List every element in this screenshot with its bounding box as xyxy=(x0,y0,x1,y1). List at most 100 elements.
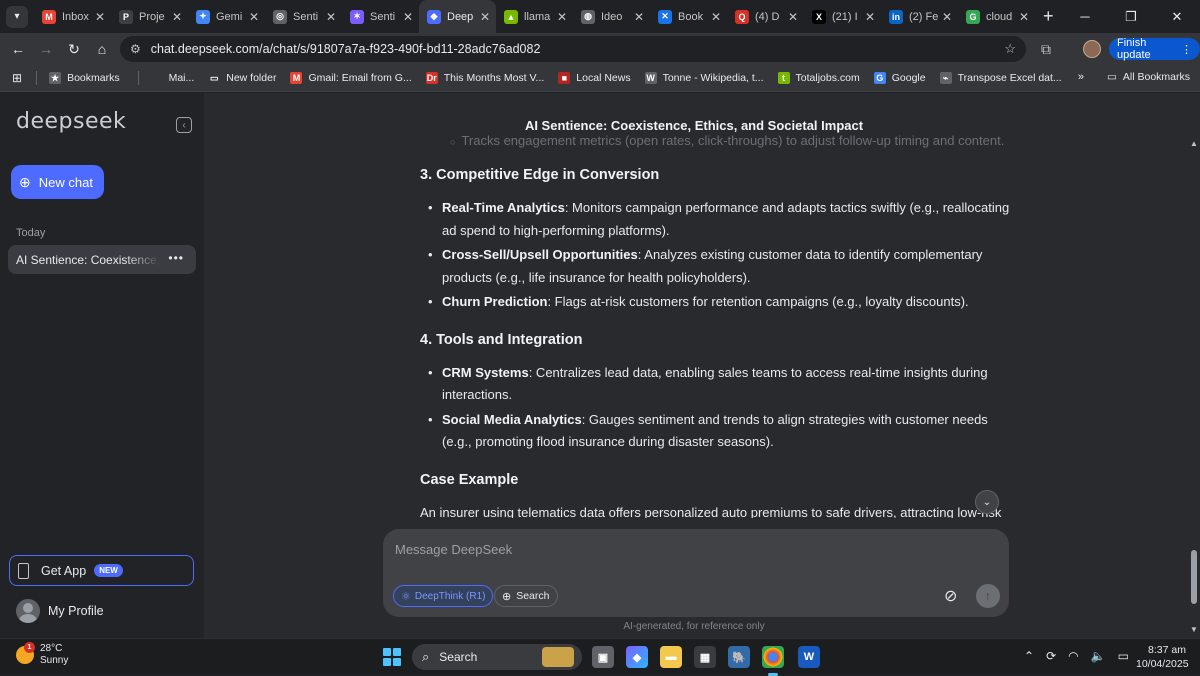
close-tab-icon[interactable]: ✕ xyxy=(95,10,105,24)
bookmark-item[interactable]: W Tonne - Wikipedia, t... xyxy=(644,72,764,84)
close-tab-icon[interactable]: ✕ xyxy=(557,10,567,24)
browser-tab[interactable]: ✦ Gemi ✕ xyxy=(188,0,265,33)
bookmark-item[interactable]: t Totaljobs.com xyxy=(777,72,860,84)
browser-tab[interactable]: ◆ Deep ✕ xyxy=(419,0,496,33)
close-tab-icon[interactable]: ✕ xyxy=(634,10,644,24)
tab-search-chevron-icon[interactable]: ▾ xyxy=(6,5,28,28)
scroll-to-bottom-chevron-icon[interactable]: ⌄ xyxy=(975,490,999,514)
scroll-down-arrow-icon[interactable]: ▼ xyxy=(1190,625,1198,634)
apps-grid-icon[interactable]: ⊞ xyxy=(12,71,22,85)
collapse-sidebar-icon[interactable]: ‹ xyxy=(176,117,192,133)
close-tab-icon[interactable]: ✕ xyxy=(326,10,336,24)
browser-tab[interactable]: M Inbox ✕ xyxy=(34,0,111,33)
bookmark-item[interactable]: ★ Bookmarks xyxy=(49,72,120,84)
browser-tab[interactable]: ✶ Senti ✕ xyxy=(342,0,419,33)
chrome-icon[interactable] xyxy=(762,646,784,676)
profile-avatar[interactable] xyxy=(1083,40,1101,58)
gmail-icon: M xyxy=(42,9,56,24)
message-input[interactable]: Message DeepSeek xyxy=(395,542,512,557)
close-tab-icon[interactable]: ✕ xyxy=(865,10,875,24)
get-app-button[interactable]: Get App NEW xyxy=(9,555,194,586)
close-tab-icon[interactable]: ✕ xyxy=(403,10,413,24)
postgres-icon[interactable]: 🐘 xyxy=(728,646,750,668)
finish-update-button[interactable]: Finish update ⋮ xyxy=(1109,37,1200,61)
close-tab-icon[interactable]: ✕ xyxy=(788,10,798,24)
taskbar-search[interactable]: ⌕ Search xyxy=(412,644,582,670)
list-item: Cross-Sell/Upsell Opportunities: Analyze… xyxy=(420,244,1010,289)
weather-widget[interactable]: 1 28°C Sunny xyxy=(16,642,68,667)
list-item: Social Media Analytics: Gauges sentiment… xyxy=(420,409,1010,454)
new-tab-plus-icon[interactable]: + xyxy=(1043,6,1054,27)
date: 10/04/2025 xyxy=(1136,658,1189,670)
my-profile-button[interactable]: My Profile xyxy=(16,599,104,623)
minimize-icon[interactable]: ─ xyxy=(1062,0,1108,33)
bookmark-item[interactable]: G Google xyxy=(873,72,926,84)
file-explorer-icon[interactable]: ▬ xyxy=(660,646,682,668)
reload-icon[interactable]: ↻ xyxy=(60,41,88,58)
close-tab-icon[interactable]: ✕ xyxy=(1019,10,1029,24)
browser-tab[interactable]: ▲ llama ✕ xyxy=(496,0,573,33)
restore-icon[interactable]: ❐ xyxy=(1108,0,1154,33)
more-bookmarks-chevron-icon[interactable]: » xyxy=(1078,71,1084,83)
search-highlight-image xyxy=(542,647,574,667)
assistant-message: 3. Competitive Edge in Conversion Real-Ti… xyxy=(420,167,1010,524)
search-icon: ⌕ xyxy=(422,649,430,664)
close-window-icon[interactable]: ✕ xyxy=(1154,0,1200,33)
windows-start-icon[interactable] xyxy=(383,648,401,666)
close-tab-icon[interactable]: ✕ xyxy=(480,10,490,24)
copilot-icon[interactable]: ◆ xyxy=(626,646,648,668)
bookmark-item[interactable]: ▭ New folder xyxy=(208,72,276,84)
attach-paperclip-icon[interactable]: ⊘ xyxy=(944,586,957,606)
new-chat-button[interactable]: ⊕ New chat xyxy=(11,165,104,199)
browser-tab[interactable]: ✕ Book ✕ xyxy=(650,0,727,33)
word-icon[interactable]: W xyxy=(798,646,820,668)
address-bar[interactable]: ⚙ chat.deepseek.com/a/chat/s/91807a7a-f9… xyxy=(120,36,1026,62)
all-bookmarks-folder[interactable]: ▭ All Bookmarks xyxy=(1107,71,1190,83)
scrollbar-thumb[interactable] xyxy=(1191,550,1197,604)
bookmark-item[interactable]: ■ Local News xyxy=(558,72,631,84)
message-composer[interactable]: Message DeepSeek ⚛ DeepThink (R1) ⊕ Sear… xyxy=(383,529,1009,617)
forward-arrow-icon[interactable]: → xyxy=(32,41,60,57)
back-arrow-icon[interactable]: ← xyxy=(4,41,32,57)
microsoft-store-icon[interactable]: ▦ xyxy=(694,646,716,668)
chat-history-item[interactable]: AI Sentience: Coexistence, Ethics ••• xyxy=(8,245,196,274)
close-tab-icon[interactable]: ✕ xyxy=(249,10,259,24)
sync-icon[interactable]: ⟳ xyxy=(1046,649,1056,663)
browser-tab[interactable]: ◍ Ideo ✕ xyxy=(573,0,650,33)
bookmark-star-icon[interactable]: ☆ xyxy=(1004,41,1016,57)
home-icon[interactable]: ⌂ xyxy=(88,41,116,57)
deepthink-label: DeepThink (R1) xyxy=(414,590,486,602)
project-icon: P xyxy=(119,9,133,24)
browser-tab[interactable]: ◎ Senti ✕ xyxy=(265,0,342,33)
wifi-icon[interactable]: ◠ xyxy=(1068,649,1078,663)
browser-tab[interactable]: Gcloud ✕ xyxy=(958,0,1035,33)
tab-title: llama xyxy=(524,10,551,23)
bullet-list: Real-Time Analytics: Monitors campaign p… xyxy=(420,197,1010,314)
bookmark-item[interactable]: M Gmail: Email from G... xyxy=(290,72,412,84)
close-tab-icon[interactable]: ✕ xyxy=(172,10,182,24)
browser-tab[interactable]: Q (4) D ✕ xyxy=(727,0,804,33)
close-tab-icon[interactable]: ✕ xyxy=(942,10,952,24)
battery-icon[interactable]: ▭ xyxy=(1118,649,1129,663)
search-toggle[interactable]: ⊕ Search xyxy=(494,585,558,607)
scroll-up-arrow-icon[interactable]: ▲ xyxy=(1190,139,1198,148)
page-scrollbar[interactable]: ▲ ▼ xyxy=(1188,93,1200,638)
bookmark-item[interactable]: Dr This Months Most V... xyxy=(425,72,544,84)
site-info-icon[interactable]: ⚙ xyxy=(130,42,141,56)
browser-tab[interactable]: in (2) Fe ✕ xyxy=(881,0,958,33)
browser-tab[interactable]: P Proje ✕ xyxy=(111,0,188,33)
browser-tab[interactable]: X (21) I ✕ xyxy=(804,0,881,33)
show-hidden-icons-chevron-icon[interactable]: ⌃ xyxy=(1024,649,1034,663)
more-options-icon[interactable]: ••• xyxy=(168,251,184,265)
tab-title: (2) Fe xyxy=(909,10,938,23)
deepthink-toggle[interactable]: ⚛ DeepThink (R1) xyxy=(393,585,494,607)
bookmark-item[interactable]: ⌁ Transpose Excel dat... xyxy=(939,72,1062,84)
clock[interactable]: 8:37 am 10/04/2025 xyxy=(1136,643,1189,671)
close-tab-icon[interactable]: ✕ xyxy=(711,10,721,24)
send-arrow-up-icon[interactable]: ↑ xyxy=(976,584,1000,608)
task-view-icon[interactable]: ▣ xyxy=(592,646,614,668)
bookmark-item[interactable]: Mai... xyxy=(150,72,194,84)
notification-badge: 1 xyxy=(24,642,35,653)
extensions-puzzle-icon[interactable]: ⧉ xyxy=(1041,41,1051,58)
volume-icon[interactable]: 🔈 xyxy=(1091,649,1106,663)
